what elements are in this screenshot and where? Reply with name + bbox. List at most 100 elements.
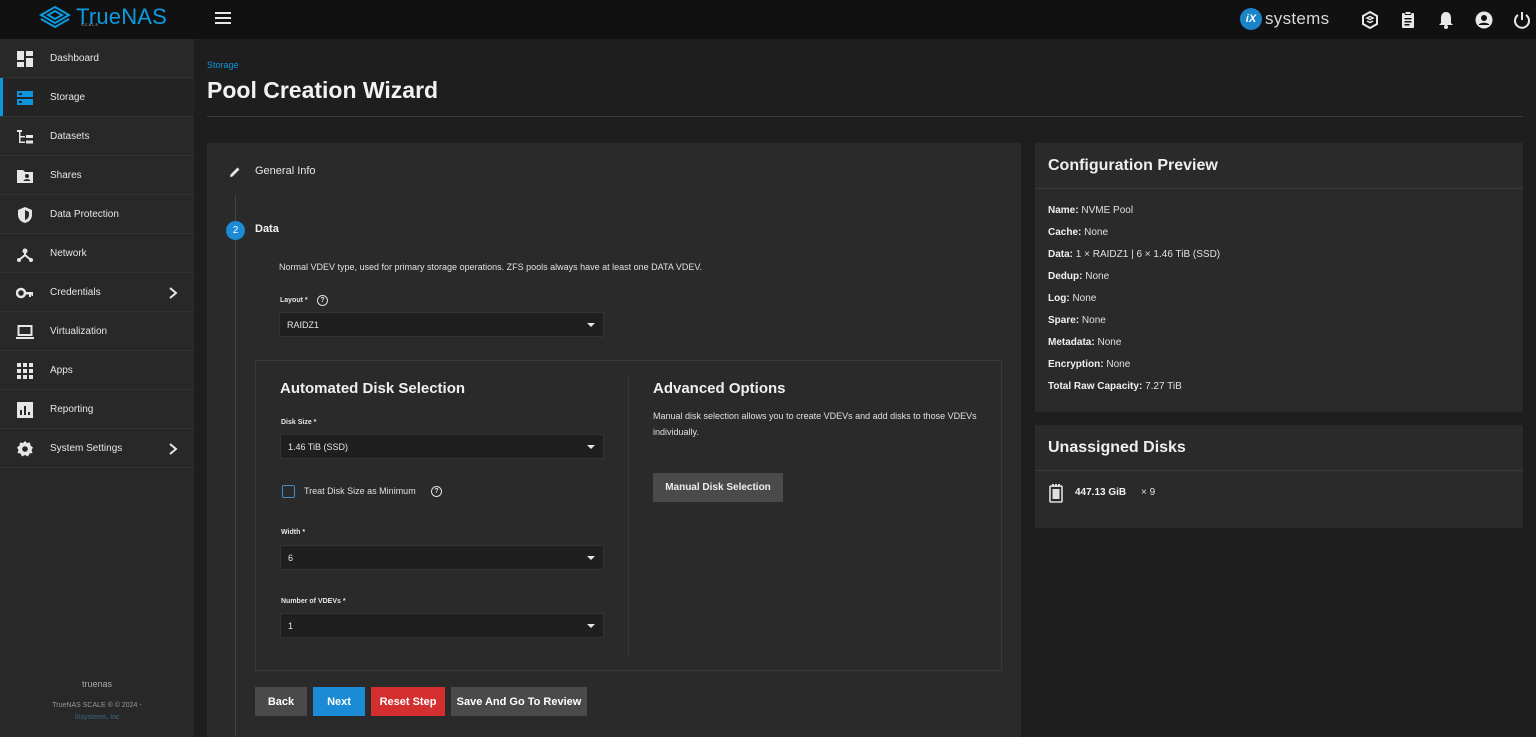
sidebar-item-shares[interactable]: Shares	[0, 156, 194, 195]
back-button[interactable]: Back	[255, 687, 307, 716]
sidebar-item-label: Storage	[50, 91, 86, 103]
help-icon[interactable]: ?	[317, 295, 328, 306]
preview-key: Name:	[1048, 205, 1079, 216]
apps-grid-icon	[17, 363, 33, 379]
hostname: truenas	[81, 679, 113, 689]
preview-key: Metadata:	[1048, 337, 1095, 348]
preview-row-dedup: Dedup: None	[1048, 271, 1109, 282]
layout-select[interactable]: RAIDZ1	[279, 312, 604, 337]
preview-row-spare: Spare: None	[1048, 315, 1106, 326]
configuration-preview-title: Configuration Preview	[1035, 143, 1523, 189]
advanced-options-description: Manual disk selection allows you to crea…	[653, 411, 977, 437]
layout-label: Layout *	[280, 297, 308, 304]
help-icon[interactable]: ?	[431, 486, 442, 497]
sidebar-item-datasets[interactable]: Datasets	[0, 117, 194, 156]
preview-row-metadata: Metadata: None	[1048, 337, 1121, 348]
network-icon	[17, 248, 33, 262]
copyright: TrueNAS SCALE ® © 2024 -	[52, 702, 142, 709]
chevron-right-icon	[169, 443, 178, 455]
vdevs-label: Number of VDEVs *	[281, 598, 346, 605]
pencil-icon	[230, 167, 240, 177]
preview-value: 7.27 TiB	[1145, 381, 1182, 392]
preview-value: None	[1097, 337, 1122, 348]
preview-row-name: Name: NVME Pool	[1048, 205, 1133, 216]
page-title: Pool Creation Wizard	[207, 77, 439, 103]
reset-step-button[interactable]: Reset Step	[371, 687, 445, 716]
ixsystems-text: systems	[1265, 9, 1330, 28]
preview-row-capacity: Total Raw Capacity: 7.27 TiB	[1048, 381, 1182, 392]
width-select[interactable]: 6	[280, 545, 604, 570]
sidebar-item-apps[interactable]: Apps	[0, 351, 194, 390]
truenas-logo[interactable]: TrueNAS	[38, 4, 167, 34]
save-and-review-button[interactable]: Save And Go To Review	[451, 687, 587, 716]
preview-key: Spare:	[1048, 315, 1080, 326]
datasets-icon	[17, 130, 33, 144]
dashboard-icon	[17, 51, 33, 67]
advanced-options-heading: Advanced Options	[653, 380, 786, 397]
chevron-right-icon	[169, 287, 178, 299]
ssd-icon	[1049, 484, 1063, 503]
sidebar-item-credentials[interactable]: Credentials	[0, 273, 194, 312]
treat-min-checkbox[interactable]	[282, 485, 295, 498]
ixsystems-badge: iX	[1240, 8, 1262, 30]
next-button[interactable]: Next	[313, 687, 365, 716]
ixsystems-logo[interactable]: iX systems	[1240, 8, 1329, 30]
disk-size-select-value: 1.46 TiB (SSD)	[288, 442, 349, 452]
chart-icon	[17, 402, 33, 418]
disk-selection-box: Automated Disk Selection Disk Size * 1.4…	[255, 360, 1002, 671]
sidebar-item-system-settings[interactable]: System Settings	[0, 429, 194, 468]
vdevs-select-value: 1	[288, 621, 294, 631]
preview-key: Data:	[1048, 249, 1074, 260]
sidebar-item-network[interactable]: Network	[0, 234, 194, 273]
sidebar-item-storage[interactable]: Storage	[0, 78, 194, 117]
truecommand-icon[interactable]	[1360, 10, 1380, 30]
preview-key: Dedup:	[1048, 271, 1083, 282]
preview-key: Total Raw Capacity:	[1048, 381, 1143, 392]
clipboard-icon[interactable]	[1398, 10, 1418, 30]
company-link[interactable]: iXsystems, Inc	[0, 714, 194, 721]
step-title-data[interactable]: Data	[255, 223, 279, 235]
chevron-down-icon	[587, 445, 595, 449]
step-title-general-info[interactable]: General Info	[255, 165, 316, 177]
preview-key: Log:	[1048, 293, 1070, 304]
unassigned-disks-title: Unassigned Disks	[1035, 425, 1523, 471]
preview-key: Cache:	[1048, 227, 1082, 238]
unassigned-disk-count: × 9	[1141, 487, 1156, 498]
preview-row-data: Data: 1 × RAIDZ1 | 6 × 1.46 TiB (SSD)	[1048, 249, 1220, 260]
manual-disk-selection-button[interactable]: Manual Disk Selection	[653, 473, 783, 502]
sidebar-item-reporting[interactable]: Reporting	[0, 390, 194, 429]
step-general-info[interactable]	[226, 163, 244, 181]
top-bar: TrueNAS SCALE iX systems	[0, 0, 1536, 39]
chevron-down-icon	[587, 556, 595, 560]
sidebar-item-label: Network	[50, 247, 87, 259]
preview-value: None	[1085, 271, 1110, 282]
unassigned-disk-size: 447.13 GiB	[1075, 487, 1127, 498]
gear-icon	[17, 441, 33, 457]
sidebar-item-label: Dashboard	[50, 52, 99, 64]
column-divider	[628, 377, 629, 656]
breadcrumb[interactable]: Storage	[207, 60, 239, 70]
disk-size-label: Disk Size *	[281, 419, 317, 426]
menu-toggle-icon[interactable]	[215, 12, 231, 26]
treat-min-label: Treat Disk Size as Minimum	[304, 486, 416, 496]
power-icon[interactable]	[1512, 10, 1532, 30]
automated-disk-selection-heading: Automated Disk Selection	[280, 380, 466, 397]
sidebar-item-virtualization[interactable]: Virtualization	[0, 312, 194, 351]
configuration-preview-panel: Configuration Preview Name: NVME Pool Ca…	[1035, 143, 1523, 412]
preview-value: None	[1072, 293, 1097, 304]
key-icon	[16, 287, 33, 299]
sidebar-item-dashboard[interactable]: Dashboard	[0, 39, 194, 78]
sidebar: Dashboard Storage Datasets Shares Data P…	[0, 39, 194, 737]
account-icon[interactable]	[1474, 10, 1494, 30]
chevron-down-icon	[587, 624, 595, 628]
preview-key: Encryption:	[1048, 359, 1104, 370]
vdevs-select[interactable]: 1	[280, 613, 604, 638]
truenas-logo-sub: SCALE	[81, 22, 100, 27]
sidebar-item-label: Reporting	[50, 403, 94, 415]
preview-value: None	[1081, 315, 1106, 326]
layout-select-value: RAIDZ1	[287, 320, 320, 330]
bell-icon[interactable]	[1436, 10, 1456, 30]
sidebar-item-data-protection[interactable]: Data Protection	[0, 195, 194, 234]
wizard-panel: General Info 2 Data Normal VDEV type, us…	[207, 143, 1021, 737]
disk-size-select[interactable]: 1.46 TiB (SSD)	[280, 434, 604, 459]
